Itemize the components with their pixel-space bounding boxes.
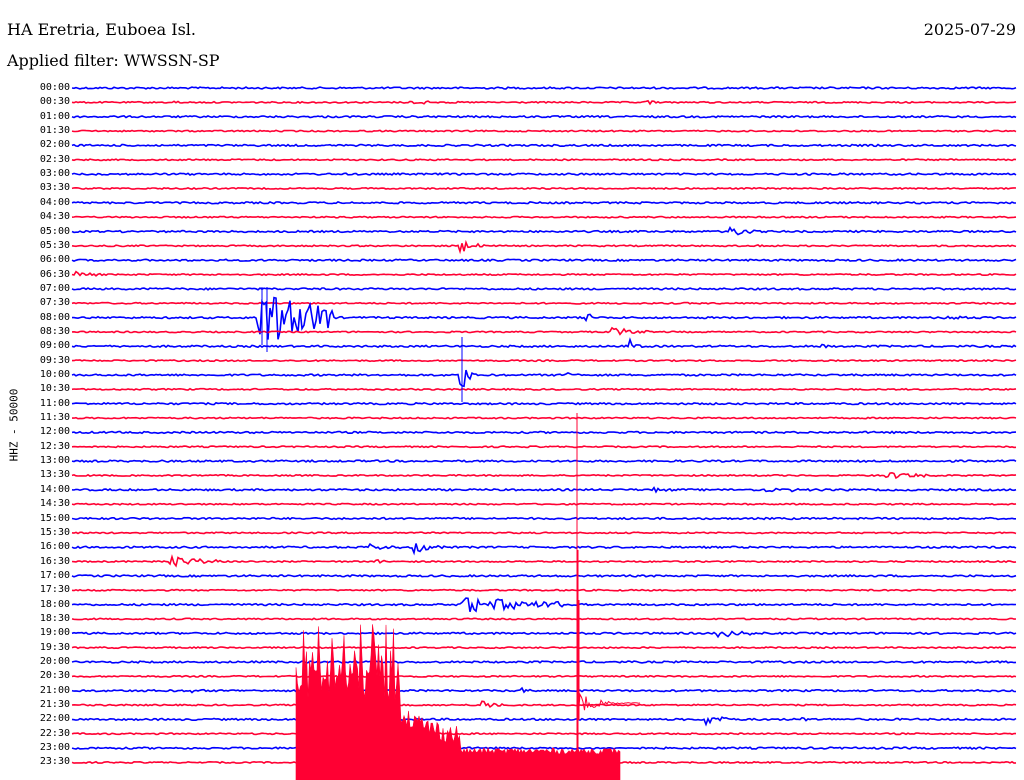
trace-line — [71, 459, 1017, 464]
trace-line — [71, 143, 1017, 148]
trace-line — [71, 630, 1017, 639]
trace-line — [71, 401, 1017, 406]
helicorder-plot — [71, 86, 1017, 780]
trace-line — [71, 226, 1017, 236]
trace-line — [71, 588, 1017, 592]
trace-line — [71, 542, 1017, 556]
trace-line — [71, 716, 1017, 727]
trace-line — [71, 646, 1017, 650]
trace-line — [71, 674, 1017, 678]
trace-line — [71, 686, 1016, 694]
trace-line — [71, 86, 1017, 90]
trace-line — [72, 359, 1017, 363]
trace-line — [71, 554, 1017, 568]
trace-line — [71, 301, 1017, 305]
trace-line — [71, 471, 1017, 480]
trace-line — [71, 369, 1017, 388]
trace-line — [71, 158, 1017, 162]
trace-line — [71, 258, 1017, 263]
trace-line — [71, 430, 1017, 435]
trace-line — [71, 172, 1017, 176]
trace-line — [71, 114, 1017, 119]
trace-line — [71, 186, 1017, 191]
trace-line — [71, 516, 1016, 521]
trace-line — [71, 239, 1017, 255]
trace-line — [71, 200, 1017, 205]
trace-line — [71, 99, 1017, 106]
trace-line — [71, 215, 1017, 219]
trace-line — [71, 732, 1017, 736]
trace-line — [71, 502, 1017, 506]
trace-line — [71, 129, 1017, 133]
trace-line — [71, 387, 1017, 391]
trace-line — [71, 531, 1017, 535]
trace-line — [71, 617, 1017, 621]
trace-line — [71, 287, 1017, 291]
trace-line — [71, 270, 1017, 277]
trace-line — [71, 337, 1017, 349]
trace-line — [71, 486, 1017, 494]
trace-line — [71, 597, 1017, 613]
trace-line — [71, 573, 1017, 578]
trace-line — [71, 746, 1017, 751]
trace-line — [72, 416, 1017, 420]
trace-line — [71, 326, 1017, 336]
trace-line — [71, 700, 1017, 709]
trace-line — [71, 445, 1017, 449]
trace-line — [71, 660, 1017, 664]
